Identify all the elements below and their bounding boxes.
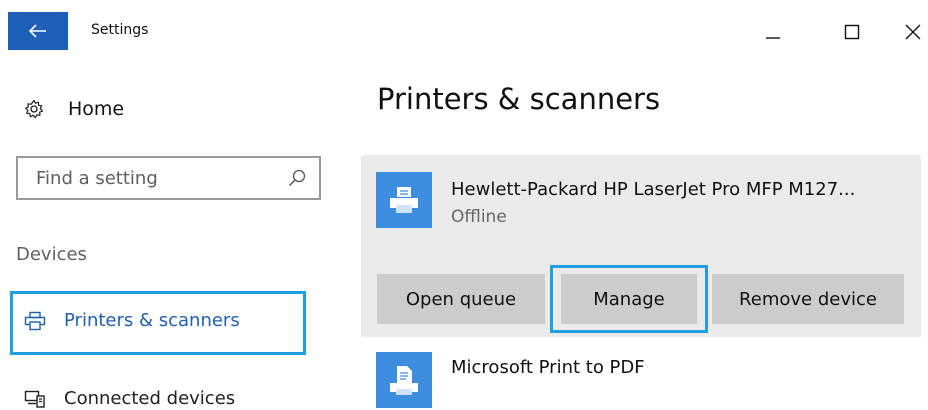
maximize-button[interactable] bbox=[832, 14, 872, 50]
gear-icon bbox=[25, 99, 44, 119]
sidebar-item-label: Connected devices bbox=[64, 388, 236, 409]
pdf-printer-icon bbox=[390, 366, 418, 395]
printer-icon bbox=[24, 311, 46, 330]
search-field[interactable] bbox=[16, 156, 321, 200]
home-label: Home bbox=[68, 98, 125, 120]
close-icon bbox=[905, 24, 921, 40]
title-bar: Settings bbox=[0, 0, 928, 62]
close-button[interactable] bbox=[898, 14, 928, 50]
back-button[interactable] bbox=[8, 12, 68, 50]
printer-icon-tile[interactable] bbox=[376, 352, 432, 408]
devices-icon bbox=[24, 390, 45, 408]
search-icon bbox=[288, 169, 306, 187]
maximize-icon bbox=[844, 24, 860, 40]
arrow-left-icon bbox=[29, 24, 46, 38]
remove-device-button[interactable]: Remove device bbox=[712, 274, 904, 324]
printer-icon bbox=[390, 187, 418, 213]
printer-name: Hewlett-Packard HP LaserJet Pro MFP M127… bbox=[451, 179, 856, 200]
minimize-icon bbox=[766, 37, 780, 39]
section-label-devices: Devices bbox=[16, 244, 87, 265]
page-title: Printers & scanners bbox=[377, 82, 661, 116]
sidebar-item-label: Printers & scanners bbox=[64, 310, 240, 331]
search-button[interactable] bbox=[287, 168, 307, 188]
sidebar-item-connected-devices[interactable]: Connected devices bbox=[24, 388, 235, 409]
sidebar-item-printers-scanners[interactable]: Printers & scanners bbox=[24, 310, 240, 331]
printer-icon-tile bbox=[376, 172, 432, 228]
sidebar-item-home[interactable]: Home bbox=[24, 95, 124, 123]
search-input[interactable] bbox=[36, 166, 276, 190]
window-title: Settings bbox=[91, 22, 149, 38]
manage-button-highlight bbox=[550, 265, 708, 333]
printer-status: Offline bbox=[451, 207, 507, 227]
minimize-button[interactable] bbox=[753, 14, 793, 50]
printer-name[interactable]: Microsoft Print to PDF bbox=[451, 357, 645, 378]
open-queue-button[interactable]: Open queue bbox=[377, 274, 545, 324]
